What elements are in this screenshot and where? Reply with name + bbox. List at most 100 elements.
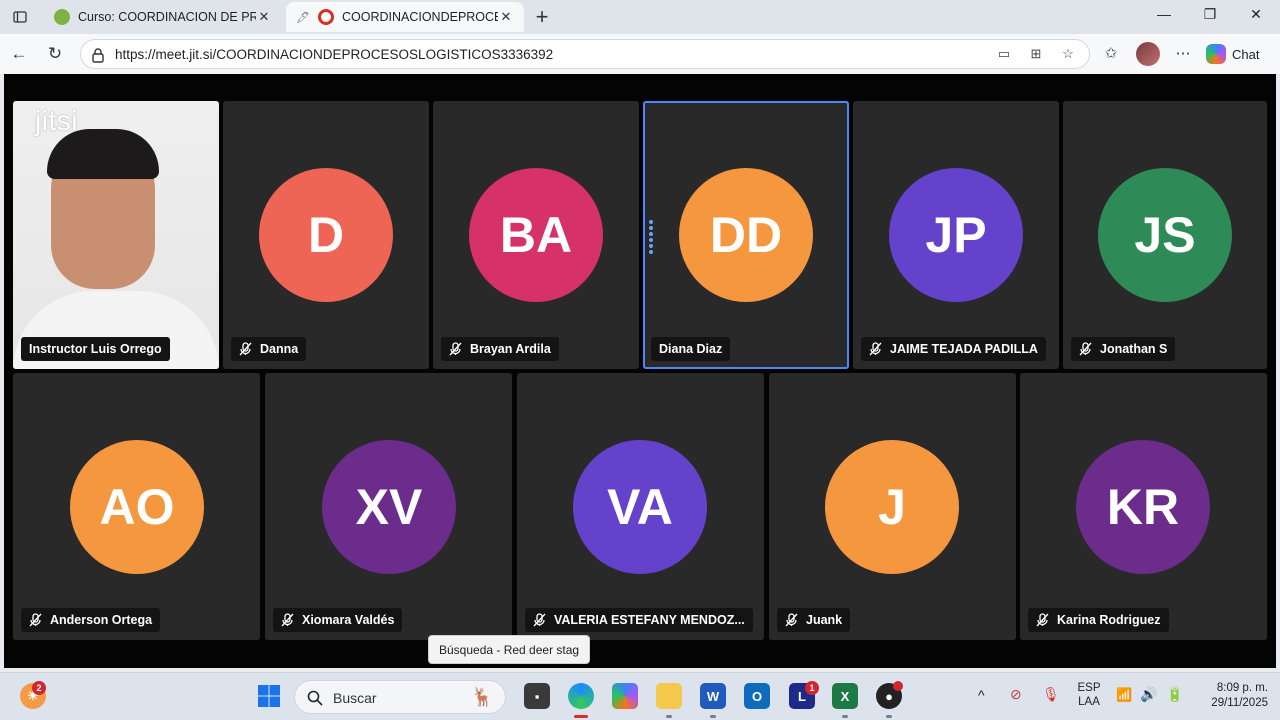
microphone-in-use-icon[interactable]: 🎙 <box>1042 686 1060 703</box>
security-tray-icon[interactable]: ⊘ <box>1010 686 1022 703</box>
participant-tile-active-speaker[interactable]: DD Diana Diaz <box>643 101 849 369</box>
camera-video <box>13 101 219 369</box>
copilot-icon <box>1206 44 1226 64</box>
avatar: KR <box>1076 440 1210 574</box>
excel-icon[interactable]: X <box>832 683 858 709</box>
new-tab-button[interactable]: + <box>530 4 554 30</box>
participant-tile[interactable]: VA VALERIA ESTEFANY MENDOZ... <box>517 373 764 640</box>
avatar: D <box>259 168 393 302</box>
recording-dot-icon <box>893 681 903 691</box>
favorite-star-icon[interactable]: ☆ <box>1059 46 1077 64</box>
file-explorer-icon[interactable] <box>656 683 682 709</box>
participant-name: JAIME TEJADA PADILLA <box>861 337 1046 361</box>
mic-muted-icon <box>29 613 42 627</box>
avatar: BA <box>469 168 603 302</box>
drag-handle-icon[interactable] <box>649 220 653 256</box>
tab-actions-icon <box>13 11 27 23</box>
edge-browser-icon[interactable] <box>568 683 594 709</box>
tab-title: COORDINACIONDEPROCES <box>341 10 498 24</box>
taskbar-search[interactable]: Buscar 🦌 <box>294 680 506 714</box>
task-view-icon[interactable]: ▪ <box>524 683 550 709</box>
mic-muted-icon <box>449 342 462 356</box>
tab-course[interactable]: Curso: COORDINACION DE PROCE ✕ <box>44 2 282 32</box>
mic-muted-icon <box>1036 613 1049 627</box>
close-window-button[interactable]: ✕ <box>1246 6 1266 23</box>
participant-name: Xiomara Valdés <box>273 608 403 632</box>
close-tab-icon[interactable]: ✕ <box>498 9 514 25</box>
participant-name: Brayan Ardila <box>441 337 559 361</box>
participant-tile[interactable]: J Juank <box>769 373 1016 640</box>
favorites-icon[interactable]: ✩ <box>1100 44 1122 64</box>
tab-title: Curso: COORDINACION DE PROCE <box>78 10 256 24</box>
participant-name: Karina Rodriguez <box>1028 608 1169 632</box>
participant-tile[interactable]: XV Xiomara Valdés <box>265 373 512 640</box>
url-text[interactable]: https://meet.jit.si/COORDINACIONDEPROCES… <box>115 47 553 62</box>
avatar: DD <box>679 168 813 302</box>
mic-muted-icon <box>869 342 882 356</box>
battery-icon[interactable]: 🔋 <box>1166 686 1183 703</box>
participant-tile[interactable]: BA Brayan Ardila <box>433 101 639 369</box>
lexmark-badge: 1 <box>805 681 819 695</box>
wifi-icon[interactable]: 📶 <box>1116 687 1132 703</box>
widgets-badge: 2 <box>32 681 46 695</box>
copilot-app-icon[interactable] <box>612 683 638 709</box>
avatar: VA <box>573 440 707 574</box>
recording-pin-icon: 🖊 <box>296 11 310 24</box>
participant-tile[interactable]: AO Anderson Ortega <box>13 373 260 640</box>
mic-muted-icon <box>533 613 546 627</box>
participant-tile-video[interactable]: jitsi Instructor Luis Orrego <box>13 101 219 369</box>
tab-meeting[interactable]: 🖊 COORDINACIONDEPROCES ✕ <box>286 2 524 32</box>
mic-muted-icon <box>1079 342 1092 356</box>
participant-tile[interactable]: JS Jonathan S <box>1063 101 1267 369</box>
show-hidden-icons-button[interactable]: ^ <box>978 687 985 703</box>
copilot-chat-button[interactable]: Chat <box>1206 41 1259 67</box>
jitsi-logo: jitsi <box>35 105 78 136</box>
participant-tile[interactable]: JP JAIME TEJADA PADILLA <box>853 101 1059 369</box>
participant-name: Instructor Luis Orrego <box>21 337 170 361</box>
avatar: JS <box>1098 168 1232 302</box>
participant-name: Danna <box>231 337 307 361</box>
search-label: Buscar <box>333 690 377 706</box>
back-button[interactable]: ← <box>8 43 30 65</box>
tab-strip: Curso: COORDINACION DE PROCE ✕ 🖊 COORDIN… <box>0 0 1280 34</box>
avatar: J <box>825 440 959 574</box>
outlook-icon[interactable]: O <box>744 683 770 709</box>
profile-avatar[interactable] <box>1136 42 1160 66</box>
meeting-grid: jitsi Instructor Luis Orrego D Danna BA … <box>4 74 1276 668</box>
participant-name: Juank <box>777 608 851 632</box>
camera-permission-icon[interactable]: ▭ <box>995 46 1013 64</box>
chat-label: Chat <box>1232 46 1260 62</box>
restore-button[interactable]: ❐ <box>1200 6 1220 23</box>
deer-search-highlight-icon: 🦌 <box>471 687 494 707</box>
tab-actions-button[interactable] <box>8 6 32 28</box>
input-language-indicator[interactable]: ESP LAA <box>1074 682 1104 708</box>
app-available-icon[interactable]: ⊞ <box>1027 46 1045 64</box>
participant-name: VALERIA ESTEFANY MENDOZ... <box>525 608 753 632</box>
minimize-button[interactable]: — <box>1154 6 1174 22</box>
participant-tile[interactable]: KR Karina Rodriguez <box>1020 373 1267 640</box>
word-icon[interactable]: W <box>700 683 726 709</box>
mic-muted-icon <box>785 613 798 627</box>
close-tab-icon[interactable]: ✕ <box>256 9 272 25</box>
avatar: JP <box>889 168 1023 302</box>
reload-button[interactable]: ↻ <box>44 43 66 65</box>
volume-icon[interactable]: 🔊 <box>1140 686 1157 703</box>
participant-tile[interactable]: D Danna <box>223 101 429 369</box>
start-button[interactable] <box>256 683 282 709</box>
lock-icon[interactable] <box>91 47 105 63</box>
participant-name: Jonathan S <box>1071 337 1176 361</box>
moodle-favicon-icon <box>54 9 70 25</box>
taskbar: ☀ 2 Buscar 🦌 ▪ W O L 1 X ● ^ ⊘ 🎙 ESP LAA… <box>0 672 1280 720</box>
mic-muted-icon <box>239 342 252 356</box>
participant-name: Anderson Ortega <box>21 608 161 632</box>
navigation-bar: ← ↻ https://meet.jit.si/COORDINACIONDEPR… <box>0 34 1280 74</box>
more-options-icon[interactable]: ⋯ <box>1172 44 1194 64</box>
mic-muted-icon <box>281 613 294 627</box>
address-bar[interactable]: https://meet.jit.si/COORDINACIONDEPROCES… <box>80 39 1090 69</box>
avatar: AO <box>70 440 204 574</box>
clock[interactable]: 8:09 p. m. 29/11/2025 <box>1194 682 1268 709</box>
search-tooltip: Búsqueda - Red deer stag <box>428 635 591 664</box>
search-icon <box>307 690 323 706</box>
recording-favicon-icon <box>317 9 334 25</box>
avatar: XV <box>322 440 456 574</box>
